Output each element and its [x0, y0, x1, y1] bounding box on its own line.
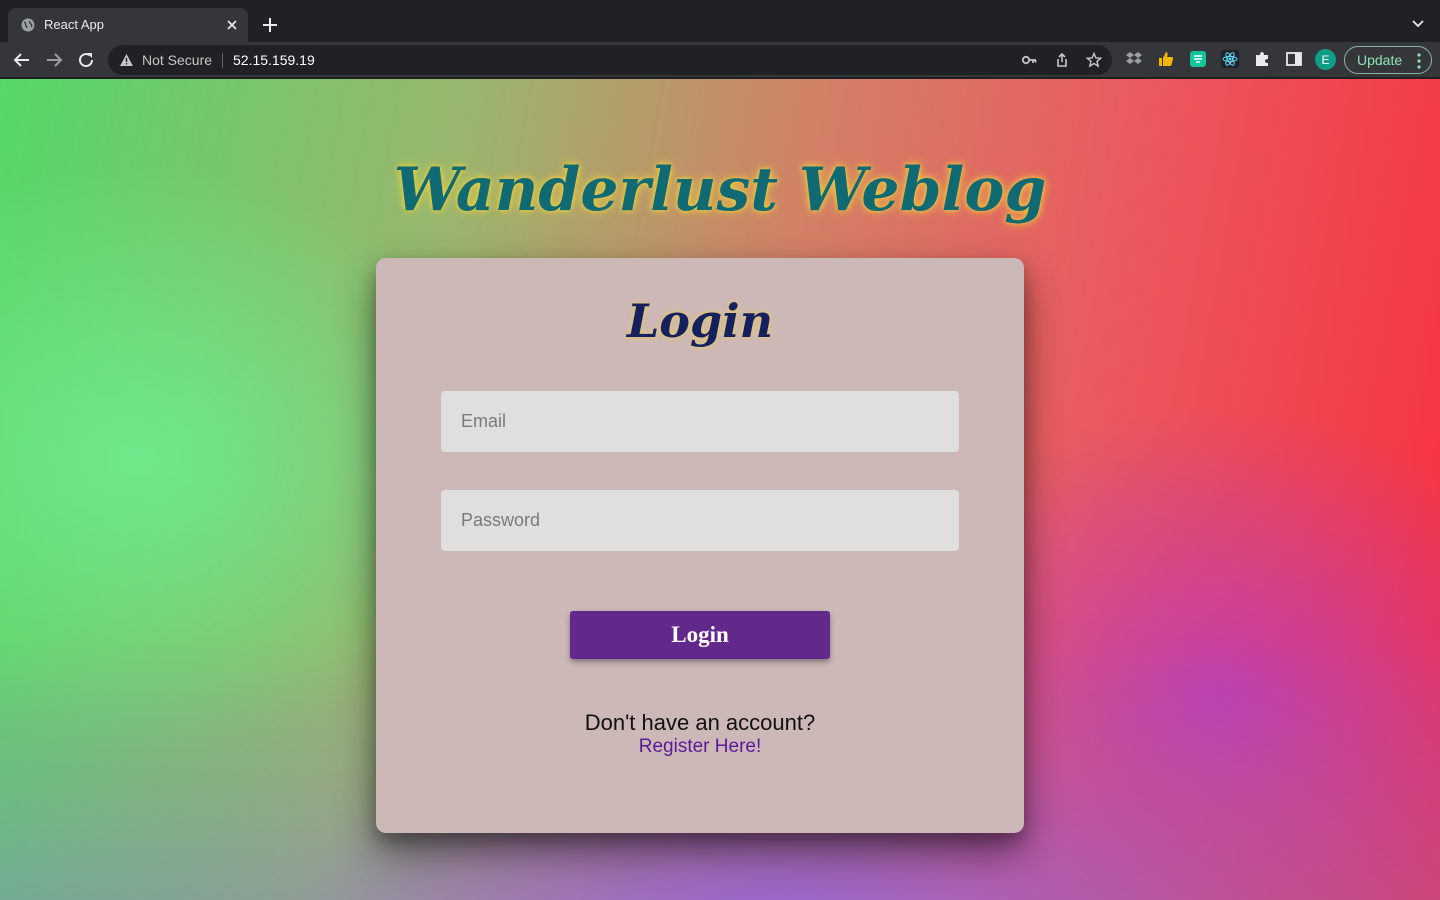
react-devtools-icon[interactable]	[1221, 50, 1239, 68]
key-icon[interactable]	[1021, 52, 1037, 68]
reload-icon[interactable]	[76, 50, 96, 70]
grammarly-icon[interactable]	[1189, 50, 1207, 68]
password-field[interactable]	[441, 490, 959, 551]
star-icon[interactable]	[1086, 52, 1102, 68]
puzzle-icon[interactable]	[1253, 50, 1271, 68]
form-title: Login	[626, 294, 774, 348]
update-button[interactable]: Update	[1344, 46, 1432, 74]
profile-avatar[interactable]: E	[1315, 49, 1336, 70]
divider	[222, 53, 223, 68]
address-bar[interactable]: Not Secure 52.15.159.19	[108, 45, 1112, 75]
login-card: Login Login Don't have an account? Regis…	[376, 258, 1024, 833]
back-icon[interactable]	[12, 50, 32, 70]
share-icon[interactable]	[1054, 52, 1070, 68]
chevron-down-icon[interactable]	[1409, 15, 1427, 33]
globe-icon	[21, 18, 35, 32]
thumbs-up-icon[interactable]	[1157, 50, 1175, 68]
security-status[interactable]: Not Secure	[142, 52, 212, 68]
login-button[interactable]: Login	[570, 611, 830, 659]
browser-toolbar: Not Secure 52.15.159.19	[0, 42, 1440, 78]
browser-tab[interactable]: React App	[8, 8, 248, 42]
side-panel-icon[interactable]	[1285, 50, 1303, 68]
menu-dots-icon[interactable]	[1417, 53, 1421, 69]
forward-icon[interactable]	[44, 50, 64, 70]
page-viewport: Wanderlust Weblog Login Login Don't have…	[0, 79, 1440, 900]
warning-icon[interactable]	[119, 53, 134, 67]
url-text[interactable]: 52.15.159.19	[233, 52, 315, 68]
no-account-text: Don't have an account?	[584, 710, 816, 735]
plus-icon[interactable]	[260, 15, 280, 35]
update-label: Update	[1357, 52, 1403, 68]
site-title: Wanderlust Weblog	[393, 155, 1047, 225]
register-link[interactable]: Register Here!	[376, 736, 1024, 758]
tab-title: React App	[44, 17, 104, 32]
dropbox-icon[interactable]	[1125, 50, 1143, 68]
close-icon[interactable]	[224, 17, 240, 33]
email-field[interactable]	[441, 391, 959, 452]
tab-bar: React App	[0, 0, 1440, 42]
